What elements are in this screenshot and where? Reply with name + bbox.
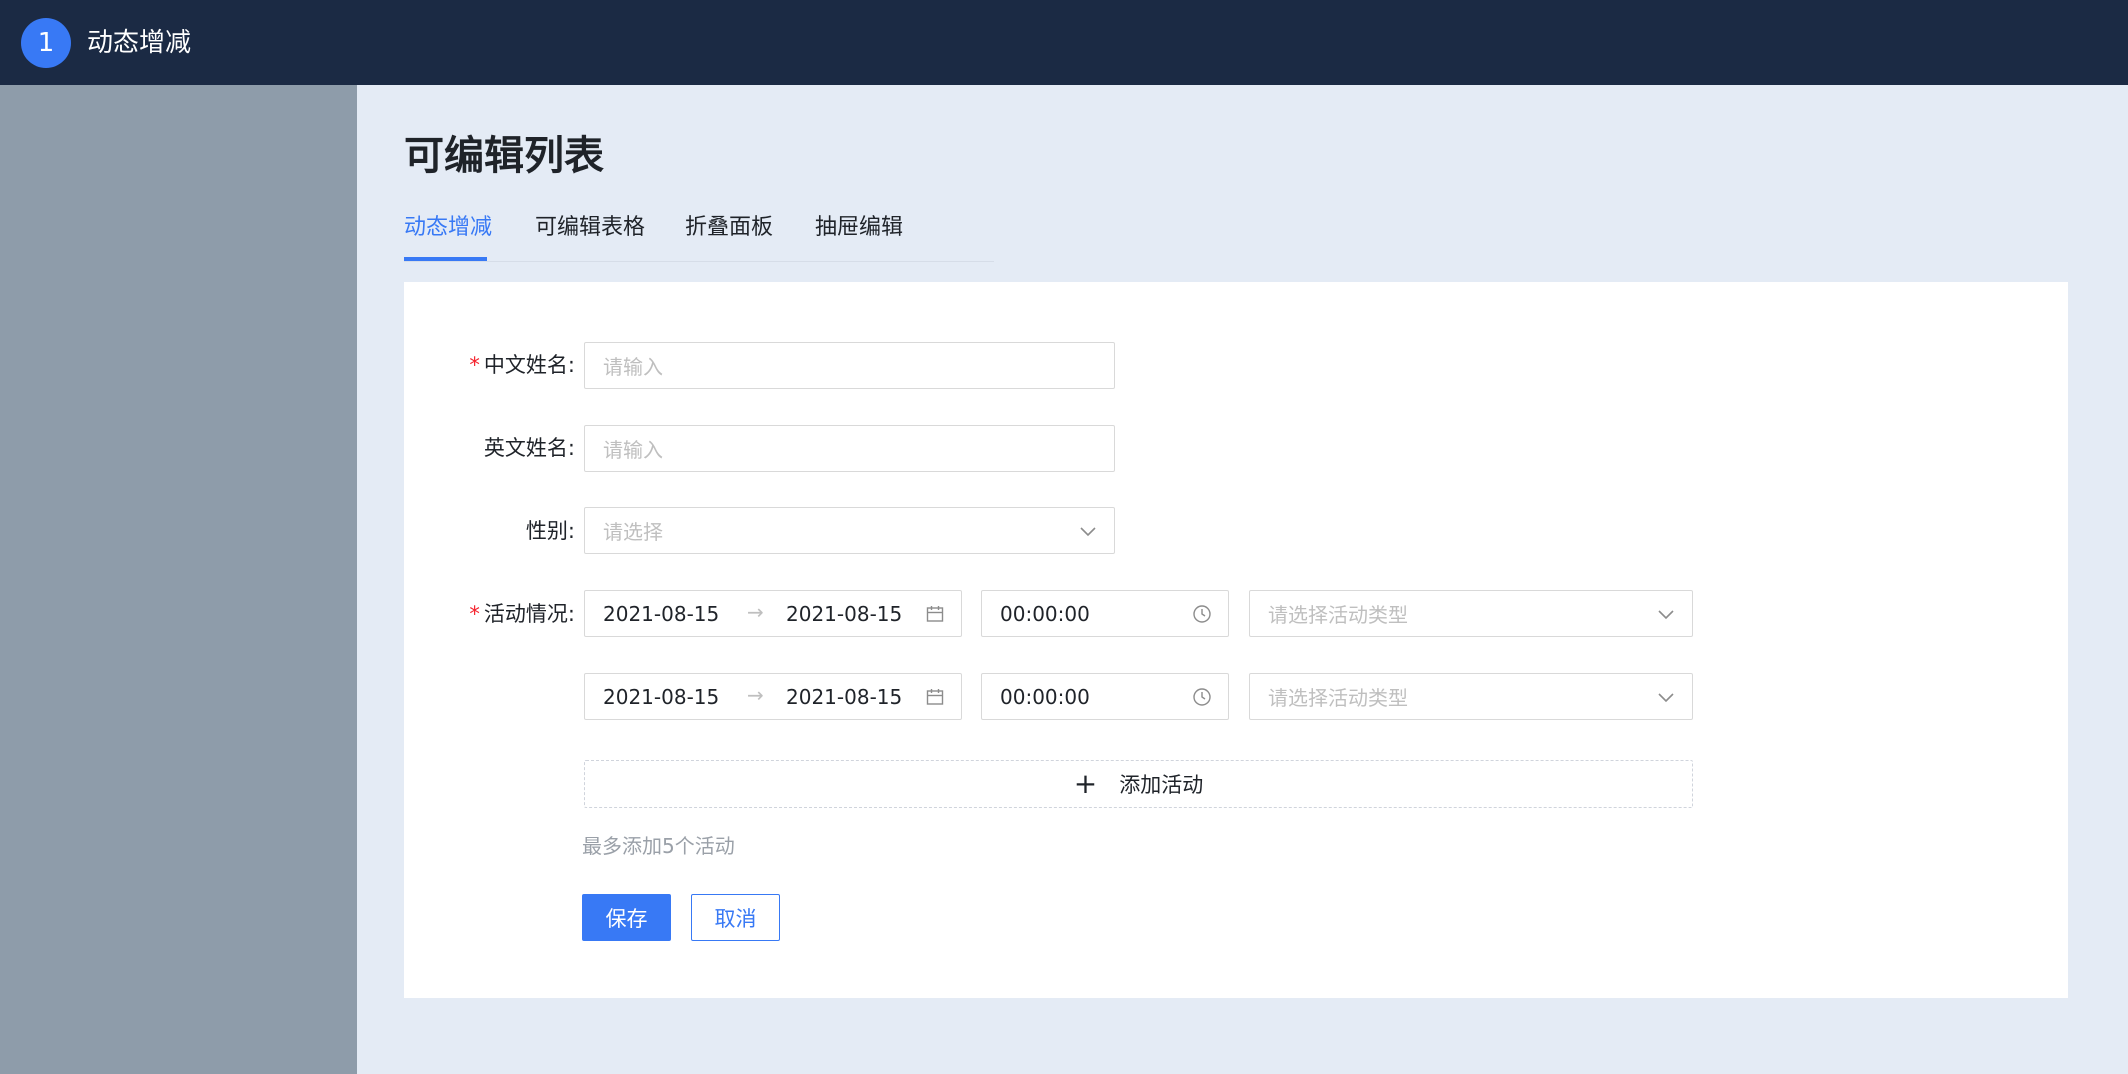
en-name-label: 英文姓名: bbox=[483, 436, 575, 460]
time-value: 00:00:00 bbox=[1000, 601, 1090, 626]
chevron-down-icon bbox=[1080, 527, 1096, 537]
end-date: 2021-08-15 bbox=[786, 601, 903, 626]
activities-label: * 活动情况: bbox=[469, 602, 575, 626]
page-title: 可编辑列表 bbox=[404, 133, 604, 179]
activity-date-range-1[interactable]: 2021-08-15 → 2021-08-15 bbox=[584, 590, 962, 637]
form-card: * 中文姓名: 请输入 英文姓名: 请输入 性别: 请选择 * 活动情况: 2021… bbox=[404, 282, 2068, 998]
tab-drawer-edit[interactable]: 抽屉编辑 bbox=[815, 212, 903, 244]
cn-name-input[interactable]: 请输入 bbox=[584, 342, 1115, 389]
tab-collapse-panel[interactable]: 折叠面板 bbox=[685, 212, 773, 244]
topbar-title: 动态增减 bbox=[87, 28, 192, 58]
chevron-down-icon bbox=[1658, 693, 1674, 703]
time-value: 00:00:00 bbox=[1000, 684, 1090, 709]
tab-bar: 动态增减 可编辑表格 折叠面板 抽屉编辑 bbox=[404, 212, 994, 262]
active-tab-indicator bbox=[404, 257, 487, 261]
top-bar: 1 动态增减 bbox=[0, 0, 2128, 85]
start-date: 2021-08-15 bbox=[603, 601, 720, 626]
gender-label: 性别: bbox=[525, 519, 575, 543]
step-number-badge: 1 bbox=[21, 18, 71, 68]
required-mark: * bbox=[469, 602, 480, 626]
required-mark: * bbox=[469, 353, 480, 377]
activity-time-1[interactable]: 00:00:00 bbox=[981, 590, 1229, 637]
en-name-placeholder: 请输入 bbox=[603, 438, 663, 462]
activity-date-range-2[interactable]: 2021-08-15 → 2021-08-15 bbox=[584, 673, 962, 720]
sidebar bbox=[0, 85, 357, 1074]
add-activity-label: 添加活动 bbox=[1119, 773, 1204, 797]
chevron-down-icon bbox=[1658, 610, 1674, 620]
arrow-right-icon: → bbox=[747, 683, 764, 707]
tab-dynamic-add-remove[interactable]: 动态增减 bbox=[404, 212, 492, 244]
activity-type-placeholder: 请选择活动类型 bbox=[1268, 686, 1408, 710]
clock-icon bbox=[1193, 688, 1211, 706]
start-date: 2021-08-15 bbox=[603, 684, 720, 709]
activity-type-placeholder: 请选择活动类型 bbox=[1268, 603, 1408, 627]
cn-name-label: * 中文姓名: bbox=[469, 353, 575, 377]
tab-editable-table[interactable]: 可编辑表格 bbox=[535, 212, 645, 244]
gender-select[interactable]: 请选择 bbox=[584, 507, 1115, 554]
calendar-icon bbox=[926, 606, 944, 622]
gender-placeholder: 请选择 bbox=[603, 520, 663, 544]
end-date: 2021-08-15 bbox=[786, 684, 903, 709]
arrow-right-icon: → bbox=[747, 600, 764, 624]
activity-time-2[interactable]: 00:00:00 bbox=[981, 673, 1229, 720]
clock-icon bbox=[1193, 605, 1211, 623]
plus-icon: + bbox=[1073, 767, 1098, 800]
activity-type-select-2[interactable]: 请选择活动类型 bbox=[1249, 673, 1693, 720]
calendar-icon bbox=[926, 689, 944, 705]
max-activities-hint: 最多添加5个活动 bbox=[582, 834, 735, 858]
add-activity-button[interactable]: + 添加活动 bbox=[584, 760, 1693, 808]
activity-type-select-1[interactable]: 请选择活动类型 bbox=[1249, 590, 1693, 637]
cancel-button[interactable]: 取消 bbox=[691, 894, 780, 941]
save-button[interactable]: 保存 bbox=[582, 894, 671, 941]
en-name-input[interactable]: 请输入 bbox=[584, 425, 1115, 472]
cn-name-placeholder: 请输入 bbox=[603, 355, 663, 379]
